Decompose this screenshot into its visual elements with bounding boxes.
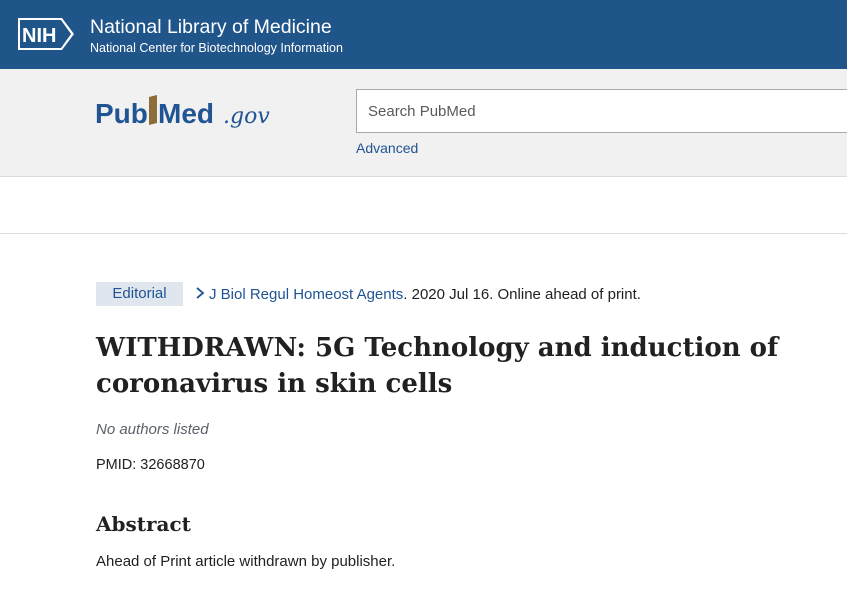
logo-med: Med <box>158 98 214 129</box>
logo-bookmark-icon <box>149 95 157 125</box>
nih-logo-text: NIH <box>22 25 56 47</box>
toolbar-area <box>0 178 847 234</box>
chevron-right-icon[interactable] <box>195 286 205 300</box>
abstract-heading: Abstract <box>96 512 191 536</box>
advanced-search-link[interactable]: Advanced <box>356 140 418 156</box>
logo-gov: .gov <box>223 104 270 129</box>
article-title: WITHDRAWN: 5G Technology and induction o… <box>96 333 779 399</box>
journal-link[interactable]: J Biol Regul Homeost Agents <box>209 286 403 303</box>
pubmed-logo[interactable]: Pub Med .gov <box>95 93 275 133</box>
citation-date: . 2020 Jul 16. Online ahead of print. <box>403 286 641 303</box>
nih-title[interactable]: National Library of Medicine <box>90 16 332 38</box>
nih-subtitle: National Center for Biotechnology Inform… <box>90 41 343 55</box>
pmid: PMID: 32668870 <box>96 457 205 473</box>
nih-logo[interactable]: NIH <box>16 15 76 53</box>
authors: No authors listed <box>96 421 209 438</box>
search-box <box>356 89 847 133</box>
search-input[interactable] <box>357 90 847 132</box>
nih-banner: NIH National Library of Medicine Nationa… <box>0 0 847 69</box>
article-type-badge: Editorial <box>96 282 183 306</box>
abstract-text: Ahead of Print article withdrawn by publ… <box>96 553 396 570</box>
logo-pub: Pub <box>95 98 148 129</box>
citation: J Biol Regul Homeost Agents. 2020 Jul 16… <box>195 284 641 305</box>
search-header: Pub Med .gov Advanced <box>0 69 847 177</box>
